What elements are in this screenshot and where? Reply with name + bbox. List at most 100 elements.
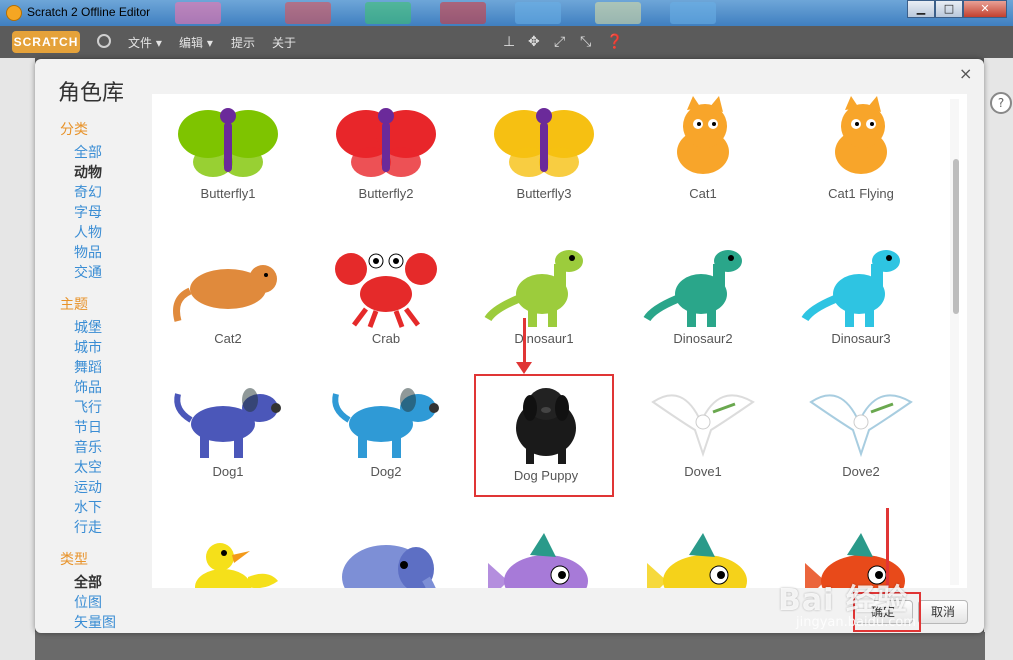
background-thumbnail <box>285 2 331 24</box>
shrink-icon[interactable]: ⤡ <box>580 34 591 50</box>
category-item[interactable]: 太空 <box>74 457 102 477</box>
sprite-tile[interactable]: Dog1 <box>158 372 298 492</box>
sprite-tile[interactable]: Dove1 <box>633 372 773 492</box>
category-item[interactable]: 交通 <box>74 262 102 282</box>
minimize-button[interactable]: ▁ <box>907 0 935 18</box>
category-item[interactable]: 运动 <box>74 477 102 497</box>
category-item[interactable]: 飞行 <box>74 397 102 417</box>
sprite-tile[interactable]: Dove2 <box>791 372 931 492</box>
window-titlebar[interactable]: Scratch 2 Offline Editor ▁ □ ✕ <box>0 0 1013 26</box>
editor-right-background <box>984 58 1013 660</box>
sprite-tile[interactable]: Butterfly2 <box>316 94 456 214</box>
background-thumbnail <box>595 2 641 24</box>
sprite-name: Dove1 <box>684 464 722 479</box>
hamster-icon <box>173 265 277 322</box>
window-close-button[interactable]: ✕ <box>963 0 1007 18</box>
annotation-arrow <box>523 318 526 368</box>
category-item[interactable]: 城市 <box>74 337 102 357</box>
butterfly-icon <box>178 108 278 177</box>
category-item[interactable]: 物品 <box>74 242 102 262</box>
menu-edit[interactable]: 编辑 ▾ <box>179 34 213 51</box>
background-thumbnail <box>670 2 716 24</box>
sprite-tile[interactable] <box>633 519 773 588</box>
sprite-tile[interactable]: Dog2 <box>316 372 456 492</box>
sprite-tile[interactable]: Cat1 Flying <box>791 94 931 214</box>
dinosaur-icon <box>484 250 583 327</box>
category-item[interactable]: 节日 <box>74 417 102 437</box>
sprite-tile[interactable]: Butterfly3 <box>474 94 614 214</box>
sprite-tile[interactable] <box>158 519 298 588</box>
section-title: 类型 <box>60 552 88 568</box>
dog-icon <box>174 388 281 458</box>
scratch-logo[interactable]: SCRATCH <box>12 31 80 53</box>
category-item[interactable]: 人物 <box>74 222 102 242</box>
sprite-tile[interactable] <box>316 519 456 588</box>
category-item[interactable]: 奇幻 <box>74 182 102 202</box>
fish-icon <box>647 533 747 588</box>
scratch-cat-icon <box>6 5 22 21</box>
window-controls: ▁ □ ✕ <box>907 0 1007 20</box>
sprite-tile[interactable]: Cat2 <box>158 239 298 359</box>
sprite-tile[interactable]: Dinosaur1 <box>474 239 614 359</box>
grow-icon[interactable]: ⤢ <box>554 34 565 50</box>
category-item[interactable]: 全部 <box>74 572 102 592</box>
editor-left-background <box>0 58 35 660</box>
sprite-name: Cat2 <box>214 331 242 346</box>
background-thumbnail <box>515 2 561 24</box>
crab-icon <box>335 253 437 328</box>
dove-icon <box>809 394 913 458</box>
sprite-tile[interactable]: Cat1 <box>633 94 773 214</box>
background-thumbnail <box>175 2 221 24</box>
category-item[interactable]: 全部 <box>74 142 102 162</box>
category-item[interactable]: 城堡 <box>74 317 102 337</box>
maximize-button[interactable]: □ <box>935 0 963 18</box>
help-icon[interactable]: ❓ <box>606 34 623 50</box>
sprite-tile[interactable]: Crab <box>316 239 456 359</box>
category-item[interactable]: 音乐 <box>74 437 102 457</box>
stamp-icon[interactable]: ⊥ <box>503 34 515 50</box>
sprite-name: Dinosaur1 <box>514 331 574 346</box>
sprite-tile[interactable]: Dinosaur3 <box>791 239 931 359</box>
background-thumbnail <box>440 2 486 24</box>
sprite-name: Cat1 <box>689 186 717 201</box>
close-icon[interactable]: × <box>959 64 972 83</box>
category-item[interactable]: 动物 <box>74 162 102 182</box>
category-item[interactable]: 舞蹈 <box>74 357 102 377</box>
butterfly-icon <box>494 108 594 177</box>
sprite-grid: Butterfly1 Butterfly2 Butterfly3 Cat1 Cat1 F… <box>152 94 967 588</box>
cat-icon <box>677 96 729 174</box>
category-item[interactable]: 饰品 <box>74 377 102 397</box>
dialog-title: 角色库 <box>58 81 125 106</box>
sprite-tile[interactable]: Dog Puppy <box>474 374 614 497</box>
sprite-tile[interactable] <box>474 519 614 588</box>
sprite-name: Cat1 Flying <box>828 186 894 201</box>
menu-about[interactable]: 关于 <box>272 34 296 51</box>
category-item[interactable]: 水下 <box>74 497 102 517</box>
section-title: 主题 <box>60 297 88 313</box>
language-globe-icon[interactable] <box>97 34 111 48</box>
sprite-tile[interactable]: Dinosaur2 <box>633 239 773 359</box>
window-title: Scratch 2 Offline Editor <box>27 5 151 19</box>
dinosaur-icon <box>643 250 742 327</box>
fish-icon <box>488 533 588 588</box>
duck-icon <box>195 543 278 588</box>
cut-icon[interactable]: ✥ <box>528 34 540 50</box>
menu-file[interactable]: 文件 ▾ <box>128 34 162 51</box>
sprite-name: Dog Puppy <box>513 468 579 483</box>
watermark-url: jingyan.baidu.com <box>796 615 916 630</box>
scrollbar-thumb[interactable] <box>953 159 959 314</box>
watermark-main: Bai 经验 <box>778 583 908 618</box>
category-item[interactable]: 字母 <box>74 202 102 222</box>
category-item[interactable]: 位图 <box>74 592 102 612</box>
menu-tips[interactable]: 提示 <box>231 34 255 51</box>
category-item[interactable]: 矢量图 <box>74 612 116 632</box>
sprite-name: Butterfly2 <box>358 186 414 201</box>
help-icon[interactable]: ? <box>990 92 1012 114</box>
sprite-tile[interactable]: Butterfly1 <box>158 94 298 214</box>
puppy-photo-icon <box>516 388 576 464</box>
category-item[interactable]: 行走 <box>74 517 102 537</box>
cat-icon <box>835 96 887 174</box>
sprite-name: Butterfly3 <box>516 186 572 201</box>
sprite-name: Butterfly1 <box>200 186 256 201</box>
annotation-arrowhead <box>516 362 532 374</box>
